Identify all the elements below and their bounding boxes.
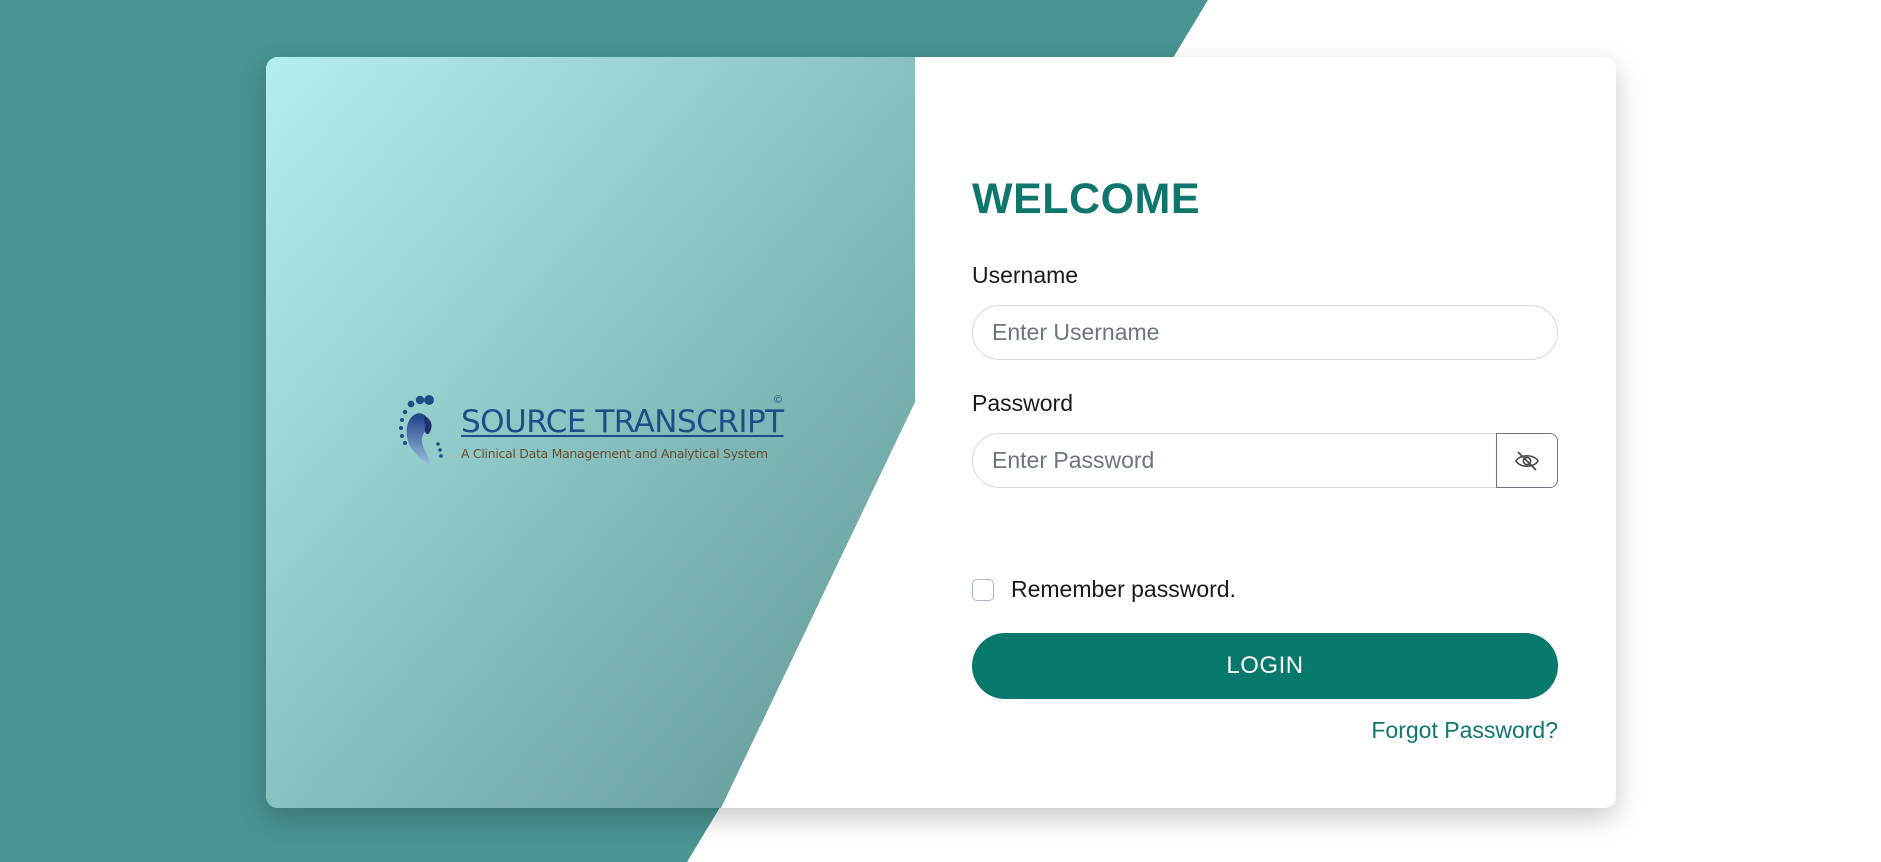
login-page: SOURCE TRANSCRIPT © A Clinical Data Mana… xyxy=(0,0,1881,862)
username-input[interactable] xyxy=(972,305,1558,360)
login-form: WELCOME Username Password Remember passw… xyxy=(972,57,1558,808)
remember-password-option[interactable]: Remember password. xyxy=(972,576,1236,603)
logo-copyright-mark: © xyxy=(774,394,783,406)
logo-title: SOURCE TRANSCRIPT xyxy=(461,404,784,440)
source-transcript-logo: SOURCE TRANSCRIPT © A Clinical Data Mana… xyxy=(396,392,796,472)
footprint-logo-icon xyxy=(399,395,443,468)
remember-password-checkbox[interactable] xyxy=(972,578,994,601)
username-label: Username xyxy=(972,262,1079,288)
password-label: Password xyxy=(972,390,1073,416)
login-button[interactable]: LOGIN xyxy=(972,633,1558,699)
forgot-password-link[interactable]: Forgot Password? xyxy=(1371,717,1558,744)
remember-password-label: Remember password. xyxy=(1011,576,1236,602)
logo-subtitle: A Clinical Data Management and Analytica… xyxy=(461,446,768,461)
eye-slash-icon xyxy=(1515,450,1539,471)
password-input[interactable] xyxy=(972,433,1497,488)
welcome-heading: WELCOME xyxy=(972,175,1201,223)
login-card: SOURCE TRANSCRIPT © A Clinical Data Mana… xyxy=(266,57,1616,808)
toggle-password-visibility-button[interactable] xyxy=(1496,433,1558,488)
